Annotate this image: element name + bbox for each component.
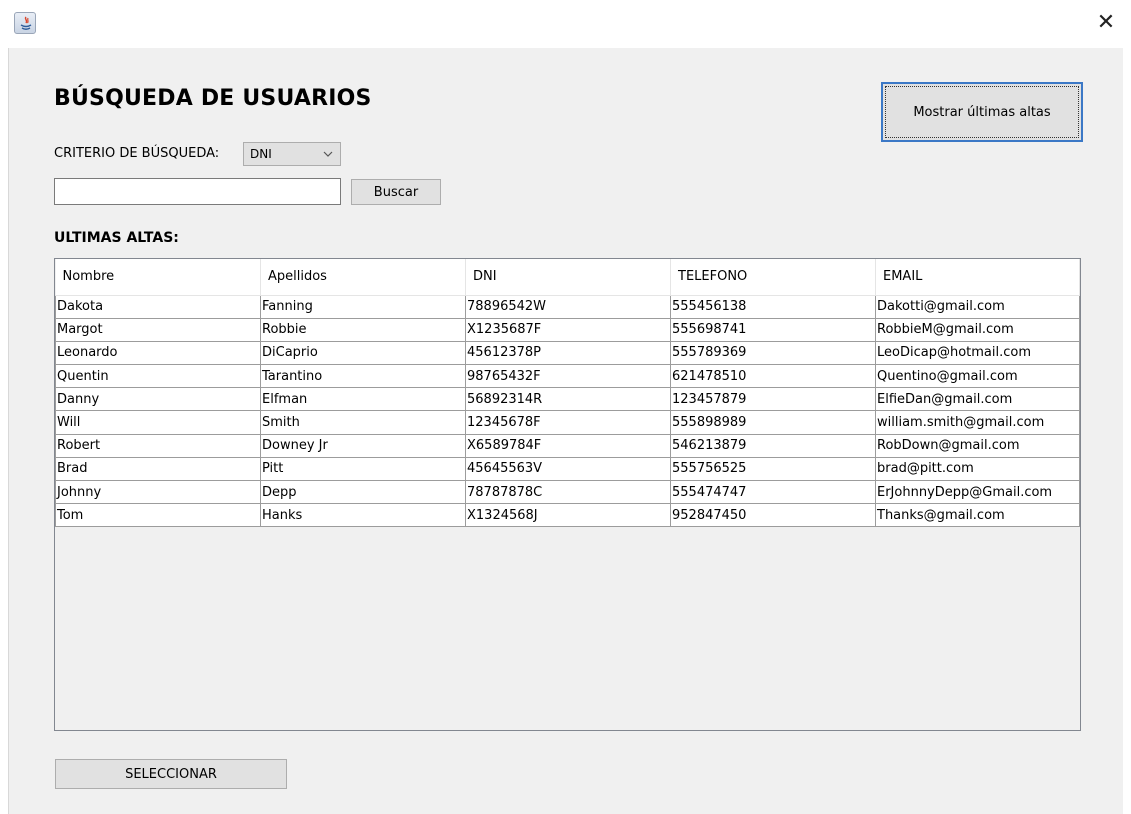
table-row[interactable]: Margot Robbie X1235687F 555698741 Robbie… [55, 317, 1080, 342]
cell-telefono[interactable]: 555756525 [670, 456, 876, 482]
cell-apellidos[interactable]: Downey Jr [260, 433, 466, 458]
table-header-row: Nombre Apellidos DNI TELEFONO EMAIL [55, 259, 1080, 296]
cell-apellidos[interactable]: Robbie [260, 317, 466, 342]
cell-apellidos[interactable]: Fanning [260, 294, 466, 319]
cell-dni[interactable]: 45645563V [465, 456, 671, 482]
search-criteria-label: CRITERIO DE BÚSQUEDA: [54, 146, 220, 161]
table-row[interactable]: Danny Elfman 56892314R 123457879 ElfieDa… [55, 387, 1080, 412]
column-header-dni[interactable]: DNI [465, 259, 671, 296]
cell-dni[interactable]: X1324568J [465, 503, 671, 528]
cell-dni[interactable]: 78896542W [465, 294, 671, 319]
chevron-down-icon [322, 143, 334, 173]
users-table-scrollpane[interactable]: Nombre Apellidos DNI TELEFONO EMAIL Dako… [54, 258, 1081, 731]
cell-email[interactable]: Dakotti@gmail.com [875, 294, 1080, 319]
cell-apellidos[interactable]: Depp [260, 479, 466, 505]
table-row[interactable]: Robert Downey Jr X6589784F 546213879 Rob… [55, 433, 1080, 458]
cell-email[interactable]: LeoDicap@hotmail.com [875, 340, 1080, 366]
search-input[interactable] [54, 178, 341, 205]
cell-telefono[interactable]: 555456138 [670, 294, 876, 319]
close-icon[interactable]: ✕ [1095, 12, 1117, 34]
table-row[interactable]: Dakota Fanning 78896542W 555456138 Dakot… [55, 294, 1080, 319]
cell-email[interactable]: Thanks@gmail.com [875, 503, 1080, 528]
cell-dni[interactable]: 78787878C [465, 479, 671, 505]
cell-email[interactable]: Quentino@gmail.com [875, 364, 1080, 389]
cell-telefono[interactable]: 555698741 [670, 317, 876, 342]
cell-email[interactable]: RobDown@gmail.com [875, 433, 1080, 458]
cell-nombre[interactable]: Brad [55, 456, 261, 482]
select-button[interactable]: SELECCIONAR [55, 759, 287, 789]
cell-email[interactable]: ErJohnnyDepp@Gmail.com [875, 479, 1080, 505]
cell-dni[interactable]: X6589784F [465, 433, 671, 458]
cell-dni[interactable]: 56892314R [465, 387, 671, 412]
cell-telefono[interactable]: 621478510 [670, 364, 876, 389]
page-title: BÚSQUEDA DE USUARIOS [54, 86, 372, 111]
cell-apellidos[interactable]: DiCaprio [260, 340, 466, 366]
cell-nombre[interactable]: Will [55, 410, 261, 435]
cell-email[interactable]: brad@pitt.com [875, 456, 1080, 482]
cell-email[interactable]: william.smith@gmail.com [875, 410, 1080, 435]
search-criteria-value: DNI [250, 147, 272, 161]
cell-email[interactable]: ElfieDan@gmail.com [875, 387, 1080, 412]
column-header-email[interactable]: EMAIL [875, 259, 1080, 296]
cell-apellidos[interactable]: Tarantino [260, 364, 466, 389]
table-row[interactable]: Quentin Tarantino 98765432F 621478510 Qu… [55, 364, 1080, 389]
cell-nombre[interactable]: Quentin [55, 364, 261, 389]
search-button[interactable]: Buscar [351, 179, 441, 205]
cell-apellidos[interactable]: Pitt [260, 456, 466, 482]
table-row[interactable]: Brad Pitt 45645563V 555756525 brad@pitt.… [55, 456, 1080, 482]
cell-dni[interactable]: 45612378P [465, 340, 671, 366]
cell-nombre[interactable]: Johnny [55, 479, 261, 505]
cell-dni[interactable]: 12345678F [465, 410, 671, 435]
cell-telefono[interactable]: 952847450 [670, 503, 876, 528]
java-app-icon [14, 12, 36, 34]
column-header-telefono[interactable]: TELEFONO [670, 259, 876, 296]
column-header-apellidos[interactable]: Apellidos [260, 259, 466, 296]
table-row[interactable]: Leonardo DiCaprio 45612378P 555789369 Le… [55, 340, 1080, 366]
users-table: Nombre Apellidos DNI TELEFONO EMAIL Dako… [55, 259, 1080, 528]
table-row[interactable]: Tom Hanks X1324568J 952847450 Thanks@gma… [55, 503, 1080, 528]
search-criteria-select[interactable]: DNI [243, 142, 341, 166]
cell-nombre[interactable]: Robert [55, 433, 261, 458]
show-recent-button[interactable]: Mostrar últimas altas [881, 82, 1083, 142]
cell-dni[interactable]: X1235687F [465, 317, 671, 342]
table-row[interactable]: Will Smith 12345678F 555898989 william.s… [55, 410, 1080, 435]
column-header-nombre[interactable]: Nombre [55, 259, 261, 296]
cell-telefono[interactable]: 555474747 [670, 479, 876, 505]
cell-nombre[interactable]: Margot [55, 317, 261, 342]
cell-nombre[interactable]: Leonardo [55, 340, 261, 366]
cell-nombre[interactable]: Tom [55, 503, 261, 528]
cell-dni[interactable]: 98765432F [465, 364, 671, 389]
recent-section-label: ULTIMAS ALTAS: [54, 230, 179, 246]
cell-nombre[interactable]: Dakota [55, 294, 261, 319]
cell-email[interactable]: RobbieM@gmail.com [875, 317, 1080, 342]
cell-apellidos[interactable]: Smith [260, 410, 466, 435]
cell-apellidos[interactable]: Elfman [260, 387, 466, 412]
window-titlebar: ✕ [0, 0, 1131, 48]
cell-telefono[interactable]: 555898989 [670, 410, 876, 435]
cell-nombre[interactable]: Danny [55, 387, 261, 412]
cell-telefono[interactable]: 123457879 [670, 387, 876, 412]
table-row[interactable]: Johnny Depp 78787878C 555474747 ErJohnny… [55, 479, 1080, 505]
cell-telefono[interactable]: 555789369 [670, 340, 876, 366]
main-panel: BÚSQUEDA DE USUARIOS Mostrar últimas alt… [8, 48, 1123, 814]
cell-apellidos[interactable]: Hanks [260, 503, 466, 528]
cell-telefono[interactable]: 546213879 [670, 433, 876, 458]
